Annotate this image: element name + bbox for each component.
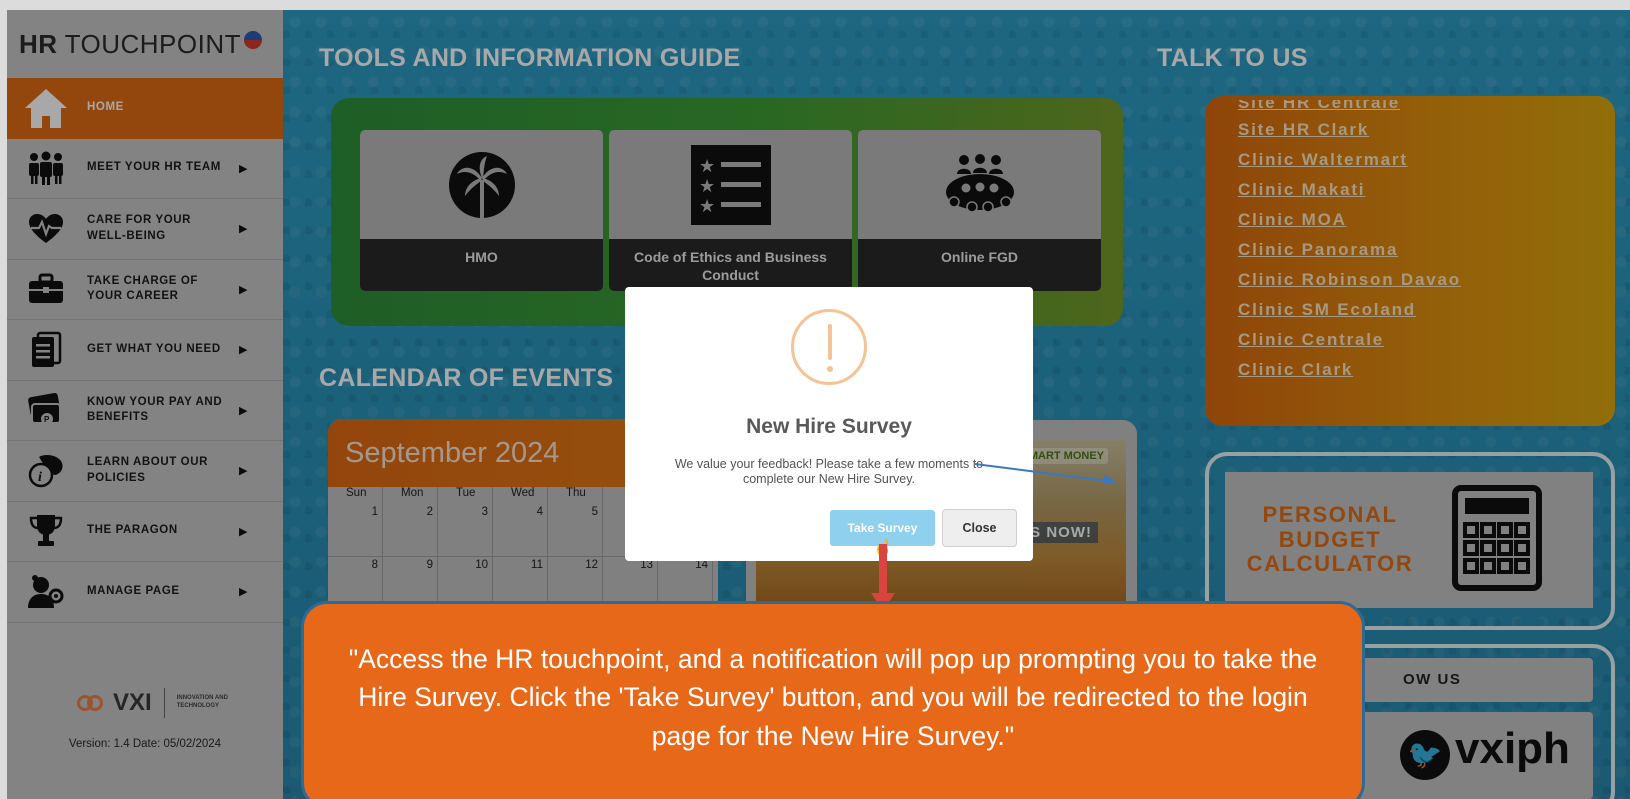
- dialog-title: New Hire Survey: [746, 415, 912, 438]
- instruction-callout: "Access the HR touchpoint, and a notific…: [301, 601, 1365, 799]
- new-hire-survey-dialog: New Hire Survey We value your feedback! …: [625, 287, 1033, 561]
- dialog-message: We value your feedback! Please take a fe…: [674, 457, 984, 487]
- pointer-arrow-icon: [975, 463, 1116, 484]
- red-arrow-icon: [879, 544, 887, 598]
- warning-icon: [791, 309, 867, 385]
- close-button[interactable]: Close: [942, 509, 1017, 547]
- app-frame: HR TOUCHPOINT HOME MEET YOUR HR TEAM ▶ C…: [7, 10, 1630, 799]
